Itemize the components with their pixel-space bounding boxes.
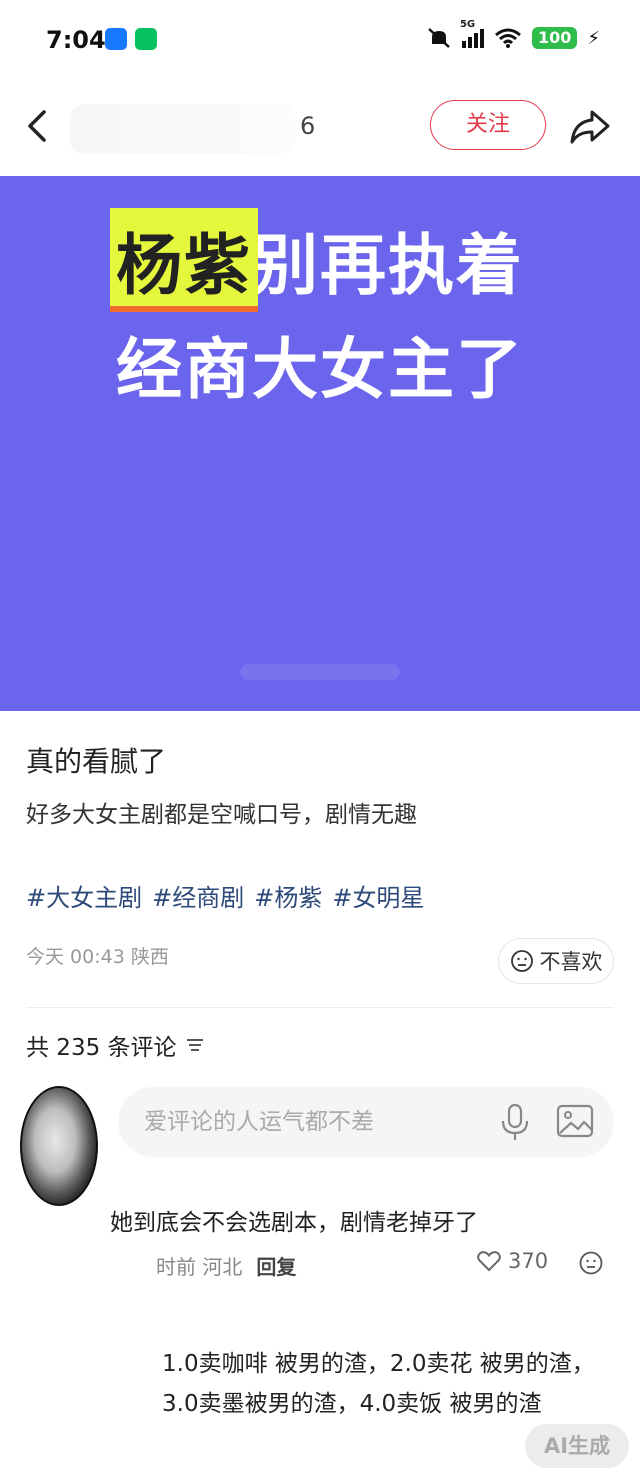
image-upload-icon[interactable] — [556, 1103, 594, 1139]
status-bar: 7:04 5G 100 ⚡ — [0, 0, 640, 84]
wechat-notification-icon — [135, 28, 157, 50]
share-icon[interactable] — [566, 104, 614, 148]
comment-text: 1.0卖咖啡 被男的渣，2.0卖花 被男的渣，3.0卖墨被男的渣，4.0卖饭 被… — [162, 1351, 595, 1417]
author-info-blurred[interactable] — [70, 104, 295, 154]
cover-line1-text: 别再执着 — [252, 227, 524, 304]
hashtag[interactable]: #女明星 — [332, 878, 424, 913]
back-arrow-icon[interactable] — [20, 104, 60, 148]
comment-meta: 时前 河北 回复 — [156, 1251, 296, 1280]
ai-generated-badge: AI生成 — [525, 1424, 629, 1468]
like-count: 370 — [508, 1249, 549, 1273]
comment-input[interactable]: 爱评论的人运气都不差 — [118, 1087, 614, 1157]
hashtag[interactable]: #大女主剧 — [26, 878, 142, 913]
network-label: 5G — [459, 18, 476, 30]
post-cover-image[interactable]: 杨紫别再执着 经商大女主了 — [0, 176, 640, 711]
mute-icon — [428, 28, 450, 48]
like-button[interactable]: 370 — [476, 1249, 548, 1273]
dislike-button[interactable]: 不喜欢 — [498, 938, 614, 984]
sort-icon[interactable] — [185, 1037, 205, 1053]
cover-watermark — [240, 664, 400, 680]
divider — [26, 1007, 614, 1008]
wifi-icon — [494, 28, 521, 48]
comment-dislike-icon[interactable] — [578, 1250, 604, 1276]
follow-button[interactable]: 关注 — [430, 100, 546, 150]
avatar[interactable] — [20, 1086, 98, 1206]
hashtag[interactable]: #杨紫 — [254, 878, 322, 913]
cover-headline-line2: 经商大女主了 — [116, 331, 524, 408]
post-tags: #大女主剧 #经商剧 #杨紫 #女明星 — [26, 878, 424, 913]
battery-level: 100 — [531, 27, 578, 49]
charging-icon: ⚡ — [587, 27, 600, 49]
comment-count[interactable]: 共 235 条评论 — [26, 1028, 205, 1062]
reply-button[interactable]: 回复 — [256, 1251, 296, 1280]
comment-text: 她到底会不会选剧本，剧情老掉牙了 — [110, 1210, 478, 1236]
post-title: 真的看腻了 — [26, 745, 167, 778]
hashtag[interactable]: #经商剧 — [152, 878, 244, 913]
status-time: 7:04 — [46, 26, 106, 54]
comment-count-label: 共 235 条评论 — [26, 1035, 177, 1061]
microphone-icon[interactable] — [498, 1102, 532, 1142]
top-nav: 6 关注 — [0, 84, 640, 176]
cover-headline-line1: 杨紫别再执着 — [0, 208, 640, 312]
unhappy-face-icon — [510, 950, 533, 972]
status-indicators: 5G 100 ⚡ — [426, 19, 600, 50]
post-meta: 今天 00:43 陕西 — [26, 946, 169, 968]
dislike-label: 不喜欢 — [539, 950, 603, 974]
author-name: 6 — [300, 112, 316, 140]
alipay-notification-icon — [105, 28, 127, 50]
post-body: 好多大女主剧都是空喊口号，剧情无趣 — [26, 802, 417, 828]
heart-icon — [477, 1251, 501, 1272]
signal-icon: 5G — [460, 19, 484, 48]
comment-time-location: 时前 河北 — [156, 1255, 243, 1279]
cover-highlight: 杨紫 — [110, 208, 258, 312]
